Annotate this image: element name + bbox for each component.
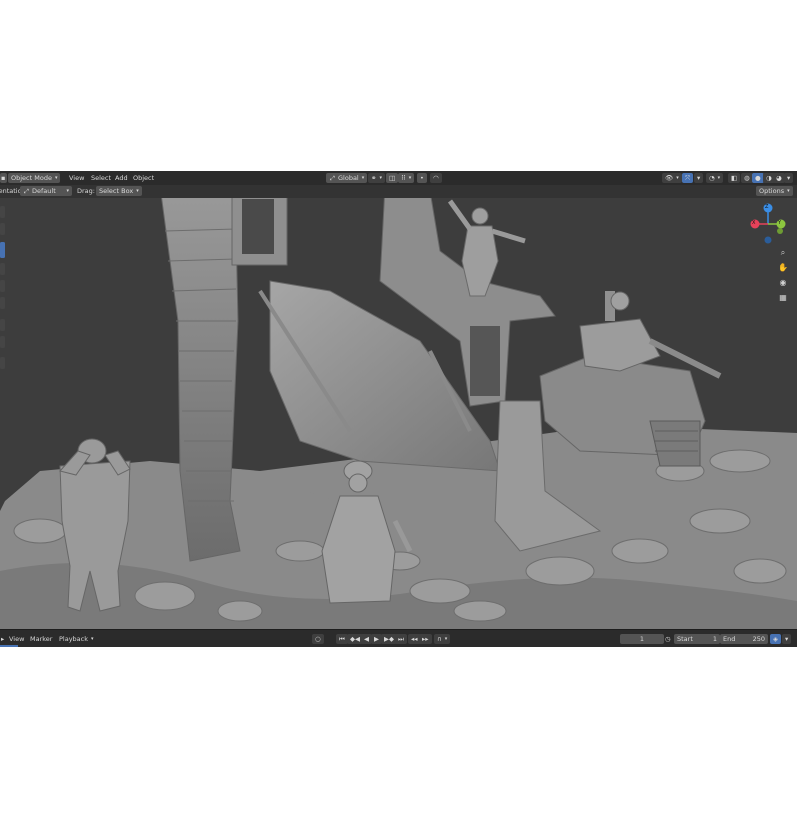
timeline-menu-playback[interactable]: Playback ▾ [56,634,97,644]
orientation-dropdown[interactable]: ⤢ Default ▾ [20,186,72,196]
shading-wireframe[interactable]: ◍ [741,173,753,183]
drag-value: Select Box [99,187,134,195]
toolbar-cursor-tool [0,223,5,235]
timeline-view-options-icon[interactable]: ◈ [770,634,781,644]
timeline-menu-marker[interactable]: Marker [27,634,55,644]
current-frame-field[interactable]: 1 [620,634,664,644]
gizmo-x-label: X [752,220,756,226]
visibility-dropdown[interactable]: 👁 ▾ [662,173,682,183]
orientation-axis-icon: ⤢ [24,187,29,195]
toolbar-scale-tool [0,280,5,292]
drag-dropdown[interactable]: Select Box ▾ [96,186,142,196]
menu-object[interactable]: Object [130,173,157,183]
timeline-editor-button[interactable]: ▸ [0,634,5,644]
start-frame-field[interactable]: Start 1 [674,634,720,644]
next-frame-icon[interactable]: ▸▸ [419,634,432,644]
options-dropdown[interactable]: Options ▾ [756,186,793,196]
clock-icon[interactable]: ◷ [662,634,674,644]
menu-add[interactable]: Add [112,173,131,183]
end-frame-field[interactable]: End 250 [720,634,768,644]
start-value: 1 [712,635,717,643]
playback-label: Playback [59,635,89,643]
menu-select[interactable]: Select [88,173,114,183]
shading-rendered[interactable]: ◕ [773,173,785,183]
timeline-header: ▸ View Marker Playback ▾ ○ ⏮ ◆◀ ◀ ▶ ▶◆ ⏭ … [0,629,797,647]
gizmo-neg-z [764,236,772,244]
gizmo-z-label: Z [765,204,769,210]
chevron-down-icon: ▾ [54,175,58,181]
jump-end-icon[interactable]: ⏭ [395,634,407,644]
options-label: Options [759,187,785,195]
perspective-grid-icon[interactable]: ▦ [777,292,789,304]
timeline-options-dropdown[interactable]: ▾ [782,634,792,644]
keying-set-dropdown[interactable]: ∩ ▾ [434,634,451,644]
transform-orientation-dropdown[interactable]: ⤢ Global ▾ [326,173,368,183]
end-value: 250 [752,635,765,643]
snap-increment-dropdown[interactable]: ⠿ ▾ [398,173,415,183]
camera-view-icon[interactable]: ◉ [777,277,789,289]
menu-view[interactable]: View [66,173,87,183]
current-frame-value: 1 [639,635,645,643]
toolbar-move-tool [0,242,5,258]
pivot-point-dropdown[interactable]: ⚭ ▾ [368,173,385,183]
tool-settings-bar: Orientation: ⤢ Default▾ Drag: Select Box… [0,185,797,198]
chevron-down-icon: ▾ [361,175,365,181]
editor-type-button[interactable]: ▪ [0,173,7,183]
orientation-value: Default [32,187,56,195]
gizmo-dropdown[interactable]: ▾ [694,173,704,183]
gizmo-y-label: Y [778,220,782,226]
gizmo-toggle[interactable]: ⤧ [682,173,694,183]
viewport-3d[interactable] [0,171,797,647]
record-keyframe-button[interactable]: ○ [312,634,324,644]
overlay-toggle[interactable]: ◔ ▾ [706,173,724,183]
mode-label: Object Mode [11,174,52,182]
snap-toggle[interactable]: ◫ [386,173,399,183]
xray-toggle[interactable]: ◧ [728,173,741,183]
toolbar-measure-tool [0,336,5,348]
transform-orientation-label: Global [338,174,359,182]
toolbar-rotate-tool [0,263,5,275]
toolbar-add-cube-tool [0,357,5,369]
proportional-edit-toggle[interactable]: • [417,173,427,183]
toolbar-select-tool [0,206,5,218]
orientation-icon: ⤢ [330,174,335,182]
proportional-falloff-icon[interactable]: ◠ [430,173,442,183]
zoom-icon[interactable]: ⌕ [777,247,789,259]
shading-solid[interactable]: ● [752,173,764,183]
area-accent-strip [0,645,18,647]
toolbar-annotate-tool [0,319,5,331]
start-label: Start [677,635,693,643]
blender-window: Z Y X ⌕ ✋ ◉ ▦ ▪ Object Mode ▾ View Select… [0,171,797,647]
toolbar-transform-tool [0,297,5,309]
mode-dropdown[interactable]: Object Mode ▾ [8,173,61,183]
end-label: End [723,635,736,643]
drag-label: Drag: [77,187,95,195]
pan-hand-icon[interactable]: ✋ [777,262,789,274]
timeline-menu-view[interactable]: View [6,634,27,644]
viewport-header: ▪ Object Mode ▾ View Select Add Object ⤢ … [0,171,797,185]
shading-options-dropdown[interactable]: ▾ [784,173,794,183]
